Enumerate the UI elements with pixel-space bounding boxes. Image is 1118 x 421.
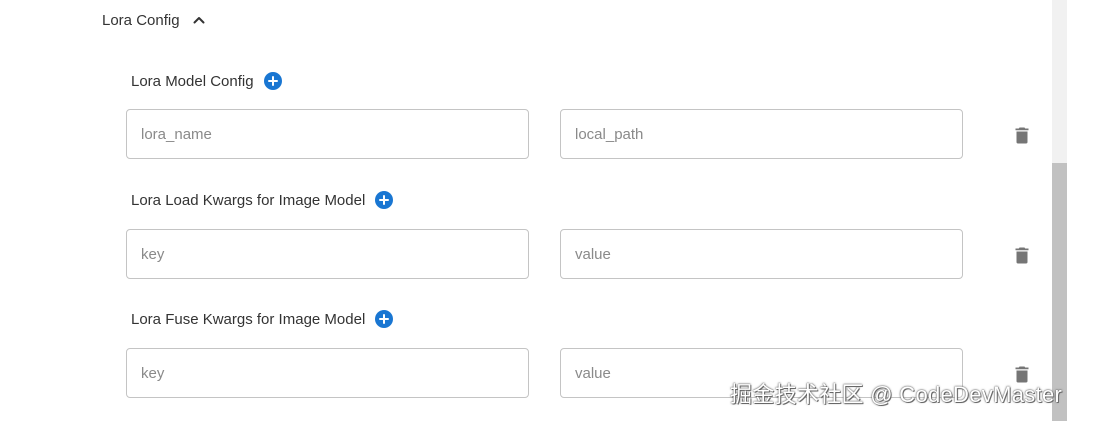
lora-model-config-title: Lora Model Config — [131, 70, 282, 92]
load-kwarg-key-input[interactable] — [127, 230, 528, 278]
local-path-input[interactable] — [561, 110, 962, 158]
fuse-kwarg-key-input[interactable] — [127, 349, 528, 397]
delete-load-kwarg-button[interactable] — [1013, 245, 1031, 265]
add-load-kwarg-button[interactable] — [375, 191, 394, 209]
lora-load-kwargs-title: Lora Load Kwargs for Image Model — [131, 189, 394, 211]
trash-icon — [1015, 127, 1029, 143]
lora-config-header[interactable]: Lora Config — [102, 9, 206, 31]
group-title-label: Lora Model Config — [131, 72, 254, 90]
lora-name-input[interactable] — [127, 110, 528, 158]
load-kwarg-key-field[interactable] — [126, 229, 529, 279]
lora-name-field[interactable] — [126, 109, 529, 159]
chevron-up-icon[interactable] — [192, 13, 206, 27]
section-title: Lora Config — [102, 11, 180, 29]
load-kwarg-value-input[interactable] — [561, 230, 962, 278]
local-path-field[interactable] — [560, 109, 963, 159]
group-title-label: Lora Fuse Kwargs for Image Model — [131, 310, 366, 328]
trash-icon — [1015, 247, 1029, 263]
delete-lora-model-button[interactable] — [1013, 125, 1031, 145]
add-circle-icon — [379, 314, 390, 324]
load-kwarg-value-field[interactable] — [560, 229, 963, 279]
add-circle-icon — [267, 76, 278, 86]
add-lora-model-button[interactable] — [263, 72, 282, 90]
lora-config-page: Lora Config Lora Model Config Lora Load … — [0, 0, 1118, 421]
watermark: 掘金技术社区 @ CodeDevMaster — [730, 382, 1063, 407]
add-fuse-kwarg-button[interactable] — [375, 310, 394, 328]
fuse-kwarg-key-field[interactable] — [126, 348, 529, 398]
group-title-label: Lora Load Kwargs for Image Model — [131, 191, 366, 209]
add-circle-icon — [379, 195, 390, 205]
lora-fuse-kwargs-title: Lora Fuse Kwargs for Image Model — [131, 308, 394, 330]
